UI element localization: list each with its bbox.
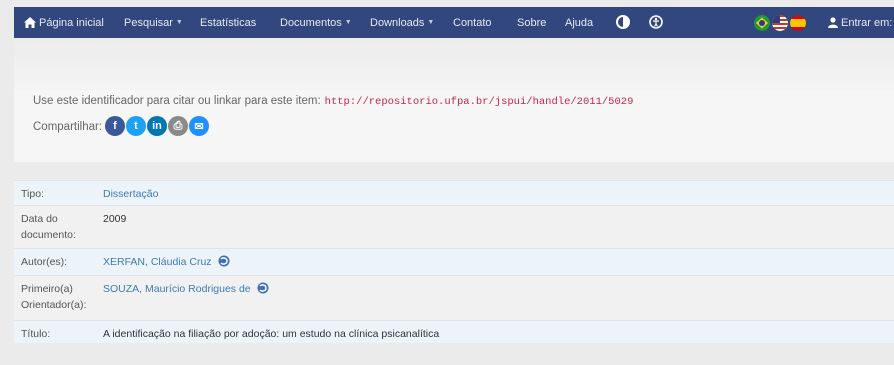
metadata-row: Título: A identificação na filiação por a… — [14, 320, 894, 343]
spain-flag-icon[interactable] — [790, 15, 806, 31]
metadata-row: Autor(es): XERFAN, Cláudia Cruz — [14, 248, 894, 275]
brazil-flag-icon[interactable] — [754, 15, 770, 31]
login-menu[interactable]: Entrar em: — [828, 7, 892, 38]
nav-about-link[interactable]: Sobre — [517, 7, 546, 38]
share-label: Compartilhar: — [33, 121, 103, 133]
identifier-text: Use este identificador para citar ou lin… — [33, 95, 321, 107]
nav-stats-label: Estatísticas — [200, 16, 257, 29]
contrast-icon[interactable] — [616, 15, 630, 29]
metadata-value: A identificação na filiação por adoção: … — [103, 326, 439, 342]
print-icon[interactable]: ⎙ — [168, 116, 188, 136]
chevron-down-icon: ▼ — [175, 19, 183, 26]
chevron-down-icon: ▼ — [427, 19, 435, 26]
metadata-value-text: A identificação na filiação por adoção: … — [103, 328, 440, 340]
home-icon — [24, 17, 36, 28]
facebook-icon[interactable]: f — [105, 116, 125, 136]
metadata-label: Data do documento: — [21, 213, 76, 241]
nav-about-label: Sobre — [517, 16, 547, 29]
metadata-value-text[interactable]: SOUZA, Maurício Rodrigues de — [103, 283, 251, 295]
metadata-value-text[interactable]: XERFAN, Cláudia Cruz — [103, 256, 212, 268]
panel-shade — [14, 38, 894, 90]
nav-home-label: Página inicial — [39, 16, 104, 29]
orcid-icon[interactable] — [257, 282, 269, 294]
identifier-line: Use este identificador para citar ou lin… — [33, 95, 633, 108]
identifier-panel: Use este identificador para citar ou lin… — [14, 38, 894, 162]
nav-help-label: Ajuda — [565, 16, 594, 29]
metadata-value-text[interactable]: Dissertação — [103, 188, 158, 200]
linkedin-icon[interactable]: in — [147, 116, 167, 136]
metadata-value[interactable]: SOUZA, Maurício Rodrigues de — [103, 281, 269, 297]
nav-documents-menu[interactable]: Documentos ▼ — [280, 7, 352, 38]
login-label: Entrar em: — [841, 16, 893, 29]
user-icon — [828, 17, 838, 28]
metadata-label: Título: — [21, 328, 51, 340]
nav-contact-link[interactable]: Contato — [453, 7, 492, 38]
handle-link[interactable]: http://repositorio.ufpa.br/jspui/handle/… — [325, 96, 634, 108]
metadata-row: Primeiro(a) Orientador(a): SOUZA, Mauríci… — [14, 275, 894, 320]
metadata-label: Tipo: — [21, 188, 44, 200]
orcid-icon[interactable] — [218, 255, 230, 267]
metadata-table: Tipo: Dissertação Data do documento: 2009 Au… — [14, 180, 894, 343]
nav-search-label: Pesquisar — [124, 16, 173, 29]
metadata-row: Tipo: Dissertação — [14, 180, 894, 205]
chevron-down-icon: ▼ — [344, 19, 352, 26]
nav-home-link[interactable]: Página inicial — [24, 7, 104, 38]
metadata-value[interactable]: Dissertação — [103, 186, 158, 202]
metadata-value[interactable]: XERFAN, Cláudia Cruz — [103, 254, 230, 270]
nav-search-menu[interactable]: Pesquisar ▼ — [124, 7, 183, 38]
top-navbar: Página inicial Pesquisar ▼ Estatísticas D… — [14, 7, 894, 38]
metadata-row: Data do documento: 2009 — [14, 205, 894, 248]
email-icon[interactable]: ✉ — [189, 116, 209, 136]
twitter-icon[interactable]: t — [126, 116, 146, 136]
metadata-value: 2009 — [103, 211, 126, 227]
accessibility-icon[interactable] — [649, 15, 663, 29]
nav-contact-label: Contato — [453, 16, 492, 29]
nav-downloads-label: Downloads — [370, 16, 425, 29]
nav-stats-link[interactable]: Estatísticas — [200, 7, 256, 38]
usa-flag-icon[interactable] — [772, 15, 788, 31]
metadata-value-text: 2009 — [103, 213, 127, 225]
metadata-label: Autor(es): — [21, 256, 68, 268]
nav-documents-label: Documentos — [280, 16, 342, 29]
metadata-label: Primeiro(a) Orientador(a): — [21, 283, 87, 311]
nav-downloads-menu[interactable]: Downloads ▼ — [370, 7, 434, 38]
nav-help-link[interactable]: Ajuda — [565, 7, 593, 38]
